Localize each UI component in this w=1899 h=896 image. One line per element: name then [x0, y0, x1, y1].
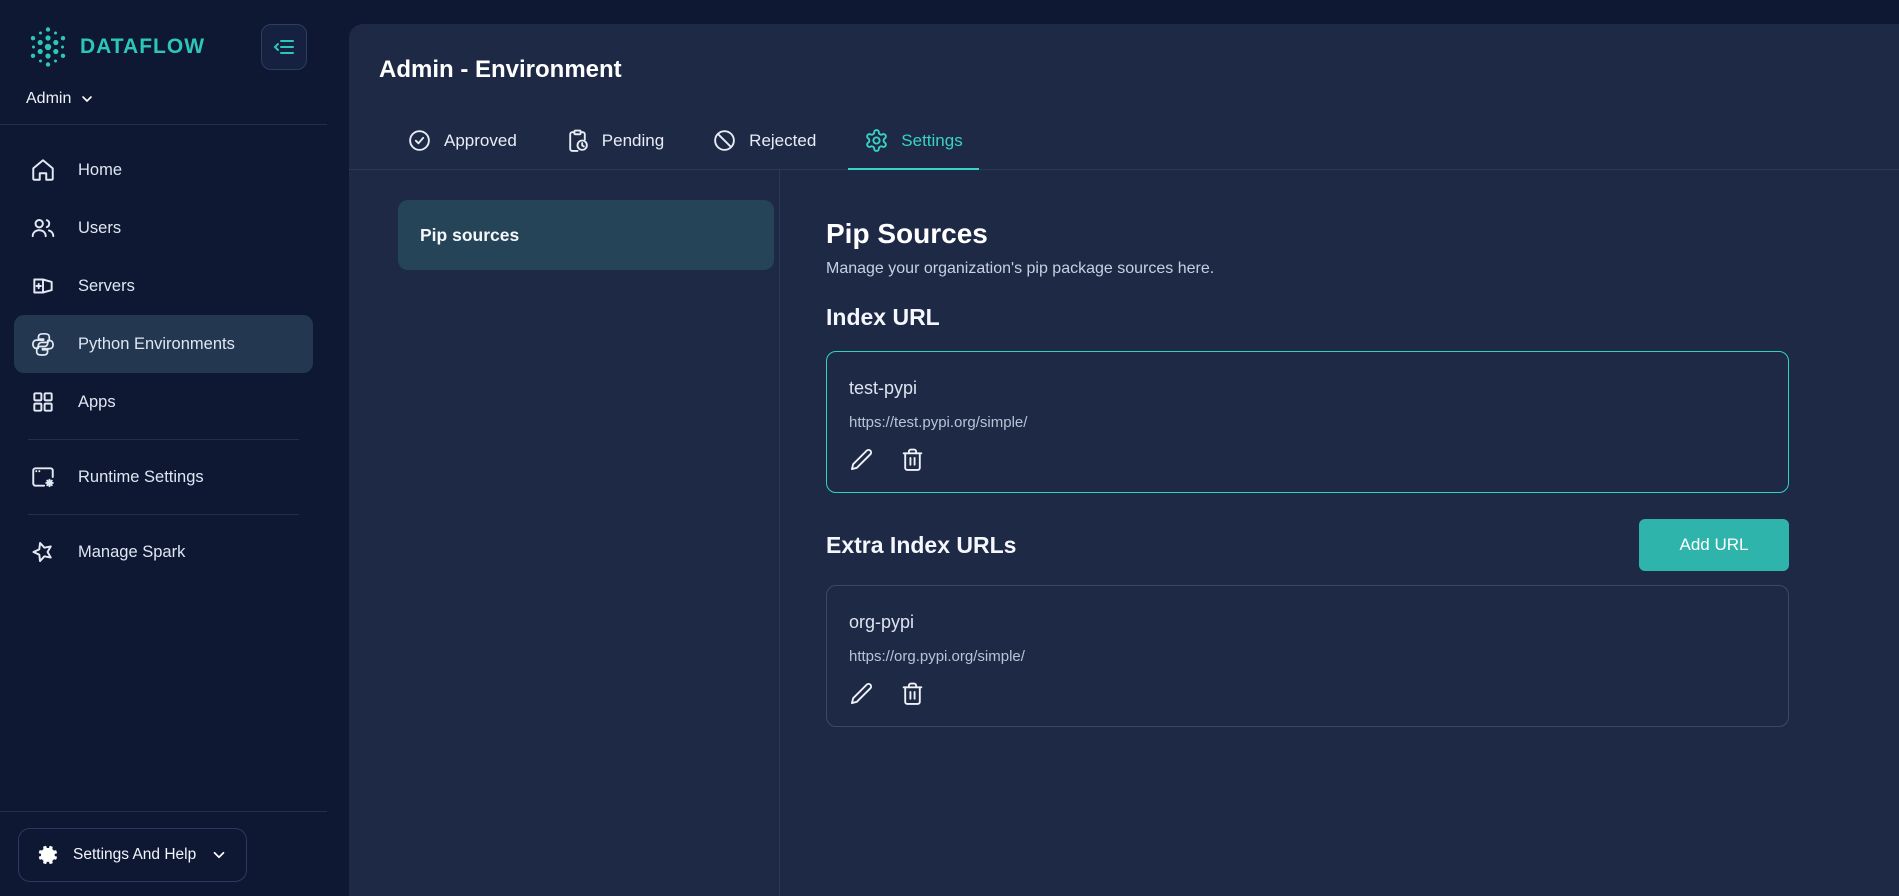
settings-and-help-button[interactable]: Settings And Help — [18, 828, 248, 882]
source-actions — [849, 447, 1766, 472]
sidebar-item-servers[interactable]: Servers — [14, 257, 313, 315]
python-icon — [30, 331, 56, 357]
source-actions — [849, 681, 1766, 706]
edit-source-button[interactable] — [849, 447, 874, 472]
sidebar-item-users[interactable]: Users — [14, 199, 313, 257]
sidebar-item-label: Runtime Settings — [78, 467, 204, 486]
settings-and-help-label: Settings And Help — [73, 846, 197, 863]
menu-fold-icon — [272, 35, 296, 59]
sidebar-nav: Home Users Servers Python Environments A… — [0, 125, 327, 581]
sidebar-item-label: Home — [78, 160, 123, 179]
sidebar-item-home[interactable]: Home — [14, 141, 313, 199]
workspace-label: Admin — [26, 90, 72, 107]
tab-label: Approved — [444, 130, 517, 150]
sidebar-item-label: Users — [78, 218, 122, 237]
sidebar: DATAFLOW Admin Home Users Servers Python… — [0, 0, 327, 896]
extra-index-header-row: Extra Index URLs Add URL — [826, 519, 1789, 571]
tab-label: Settings — [901, 130, 963, 150]
edit-source-button[interactable] — [849, 681, 874, 706]
tab-bar: Approved Pending Rejected Settings — [349, 114, 1899, 170]
delete-source-button[interactable] — [900, 681, 925, 706]
check-circle-icon — [407, 128, 432, 153]
source-name: test-pypi — [849, 378, 918, 398]
dataflow-logo-icon — [26, 24, 70, 70]
brand-name: DATAFLOW — [80, 35, 206, 58]
panel-title: Pip Sources — [826, 218, 988, 249]
sidebar-item-label: Apps — [78, 392, 116, 411]
nav-divider — [28, 514, 299, 515]
tab-approved[interactable]: Approved — [391, 114, 533, 170]
subnav-item-label: Pip sources — [420, 224, 520, 245]
content-card: Admin - Environment Approved Pending Rej… — [349, 24, 1899, 896]
sidebar-header: DATAFLOW Admin — [0, 0, 327, 108]
home-icon — [30, 157, 56, 183]
sidebar-item-label: Servers — [78, 276, 135, 295]
index-url-heading: Index URL — [826, 304, 940, 330]
panel-subtitle: Manage your organization's pip package s… — [826, 260, 1215, 277]
chevron-down-icon — [79, 91, 95, 107]
source-url: https://org.pypi.org/simple/ — [849, 648, 1025, 665]
pencil-icon — [849, 447, 874, 472]
sidebar-item-manage-spark[interactable]: Manage Spark — [14, 523, 313, 581]
workspace-selector[interactable]: Admin — [26, 90, 307, 108]
clipboard-clock-icon — [565, 128, 590, 153]
gear-icon — [37, 844, 59, 866]
chevron-down-icon — [210, 846, 228, 864]
tab-pending[interactable]: Pending — [549, 114, 680, 170]
spark-star-icon — [30, 539, 56, 565]
delete-source-button[interactable] — [900, 447, 925, 472]
settings-body: Pip sources Pip Sources Manage your orga… — [349, 170, 1899, 896]
sidebar-collapse-button[interactable] — [261, 24, 307, 70]
sidebar-item-python-environments[interactable]: Python Environments — [14, 315, 313, 373]
sidebar-item-label: Manage Spark — [78, 542, 186, 561]
extra-index-heading: Extra Index URLs — [826, 531, 1017, 558]
settings-subnav: Pip sources — [349, 170, 780, 896]
index-url-card: test-pypi https://test.pypi.org/simple/ — [826, 351, 1789, 493]
pencil-icon — [849, 681, 874, 706]
sidebar-footer: Settings And Help — [0, 811, 327, 896]
subnav-item-pip-sources[interactable]: Pip sources — [398, 200, 774, 270]
users-icon — [30, 215, 56, 241]
page-title: Admin - Environment — [379, 56, 622, 83]
sidebar-item-apps[interactable]: Apps — [14, 373, 313, 431]
runtime-settings-icon — [30, 464, 56, 490]
apps-grid-icon — [30, 389, 56, 415]
tab-rejected[interactable]: Rejected — [696, 114, 832, 170]
brand: DATAFLOW — [26, 24, 205, 70]
nav-divider — [28, 439, 299, 440]
servers-icon — [30, 273, 56, 299]
sidebar-item-runtime-settings[interactable]: Runtime Settings — [14, 448, 313, 506]
extra-url-card: org-pypi https://org.pypi.org/simple/ — [826, 585, 1789, 727]
source-url: https://test.pypi.org/simple/ — [849, 414, 1028, 431]
source-name: org-pypi — [849, 612, 915, 632]
tab-label: Pending — [601, 130, 665, 150]
trash-icon — [900, 447, 925, 472]
gear-icon — [864, 128, 889, 153]
tab-label: Rejected — [749, 130, 817, 150]
sidebar-footer-divider — [0, 811, 327, 812]
sidebar-item-label: Python Environments — [78, 334, 235, 353]
trash-icon — [900, 681, 925, 706]
ban-icon — [712, 128, 737, 153]
app-root: DATAFLOW Admin Home Users Servers Python… — [0, 0, 1899, 896]
tab-settings[interactable]: Settings — [848, 114, 979, 170]
add-url-button[interactable]: Add URL — [1639, 519, 1789, 571]
pip-sources-panel: Pip Sources Manage your organization's p… — [780, 170, 1899, 896]
